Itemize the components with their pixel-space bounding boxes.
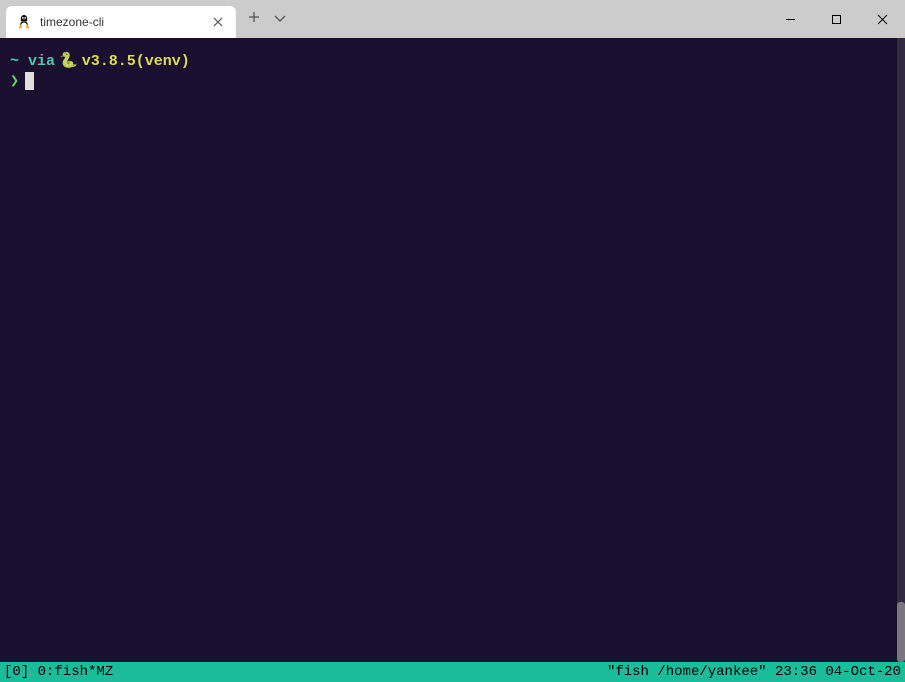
cursor-block [25, 72, 34, 90]
python-version: v3.8.5 [82, 52, 136, 72]
linux-icon [16, 14, 32, 30]
dropdown-icon[interactable] [274, 11, 286, 28]
tab-timezone-cli[interactable]: timezone-cli [6, 6, 236, 38]
status-left: [0] 0:fish*MZ [4, 664, 113, 680]
python-snake-icon: 🐍 [59, 52, 78, 72]
tab-title: timezone-cli [40, 15, 202, 29]
terminal-body[interactable]: ~ via 🐍 v3.8.5 (venv) ❯ [0, 38, 905, 662]
window-titlebar: timezone-cli [0, 0, 905, 38]
prompt-path-via: ~ via [10, 52, 55, 72]
maximize-button[interactable] [813, 0, 859, 38]
prompt-arrow: ❯ [10, 72, 19, 92]
window-controls [767, 0, 905, 38]
prompt-line-2: ❯ [10, 72, 895, 92]
scrollbar-thumb[interactable] [897, 602, 905, 662]
close-button[interactable] [859, 0, 905, 38]
status-right: "fish /home/yankee" 23:36 04-Oct-20 [607, 664, 901, 680]
new-tab-button[interactable] [248, 11, 260, 28]
tabs-area: timezone-cli [0, 0, 286, 38]
minimize-button[interactable] [767, 0, 813, 38]
scrollbar[interactable] [897, 38, 905, 662]
tmux-statusbar: [0] 0:fish*MZ "fish /home/yankee" 23:36 … [0, 662, 905, 682]
venv-label: (venv) [136, 52, 190, 72]
close-tab-icon[interactable] [210, 14, 226, 30]
tab-actions [248, 11, 286, 28]
prompt-line-1: ~ via 🐍 v3.8.5 (venv) [10, 52, 895, 72]
